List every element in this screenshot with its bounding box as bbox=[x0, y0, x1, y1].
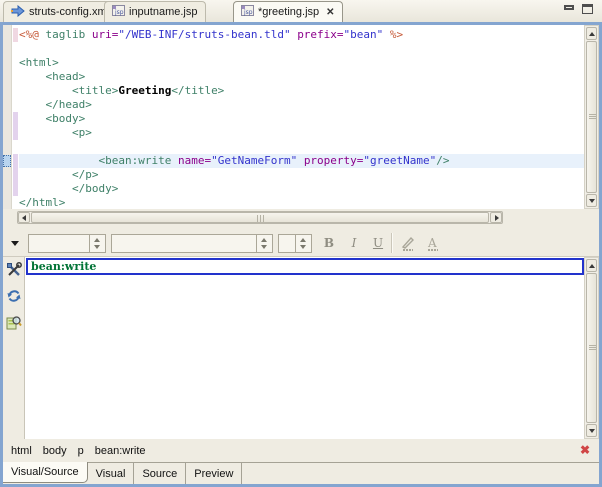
page-design-options-icon[interactable] bbox=[6, 314, 22, 330]
selected-element-marker[interactable] bbox=[3, 155, 11, 167]
spinner-icon[interactable] bbox=[89, 235, 105, 252]
editor-mode-tabs: Visual/Source Visual Source Preview bbox=[3, 462, 599, 484]
background-color-icon[interactable] bbox=[400, 235, 417, 255]
tab-inputname-jsp[interactable]: jsp inputname.jsp bbox=[104, 1, 206, 22]
underline-button[interactable]: U bbox=[369, 235, 387, 252]
svg-text:jsp: jsp bbox=[114, 9, 124, 16]
style-class-combo[interactable] bbox=[28, 234, 106, 253]
element-path-bar: html body p bean:write ✖ bbox=[3, 439, 599, 462]
editor-tab-bar: struts-config.xml jsp inputname.jsp jsp … bbox=[0, 0, 602, 22]
code-line[interactable]: </html> bbox=[19, 196, 584, 209]
scroll-left-icon[interactable] bbox=[18, 212, 30, 223]
code-line[interactable]: <title>Greeting</title> bbox=[19, 84, 584, 98]
diff-change-marker bbox=[13, 182, 18, 196]
italic-button[interactable]: I bbox=[345, 235, 363, 252]
bold-button[interactable]: B bbox=[320, 235, 338, 252]
tab-label: *greeting.jsp bbox=[258, 6, 319, 18]
scroll-up-icon[interactable] bbox=[586, 27, 597, 40]
tab-visual[interactable]: Visual bbox=[88, 463, 135, 484]
selected-bean-write-element[interactable]: bean:write bbox=[26, 258, 584, 275]
scrollbar-thumb[interactable] bbox=[586, 41, 597, 193]
visual-pane: bean:write bbox=[3, 257, 599, 439]
jsp-file-icon: jsp bbox=[112, 4, 125, 20]
struts-config-icon bbox=[11, 5, 25, 20]
code-line[interactable]: </p> bbox=[19, 168, 584, 182]
code-line[interactable] bbox=[19, 140, 584, 154]
annotation-ruler[interactable] bbox=[3, 25, 12, 209]
source-editor[interactable]: <%@ taglib uri="/WEB-INF/struts-bean.tld… bbox=[3, 25, 584, 209]
font-name-combo[interactable] bbox=[111, 234, 273, 253]
source-horizontal-scrollbar[interactable] bbox=[17, 211, 503, 224]
refresh-icon[interactable] bbox=[6, 288, 22, 304]
scrollbar-thumb[interactable] bbox=[586, 273, 597, 423]
jsp-file-icon: jsp bbox=[241, 4, 254, 20]
code-line[interactable]: <html> bbox=[19, 56, 584, 70]
scroll-up-icon[interactable] bbox=[586, 259, 597, 272]
toolbar-separator bbox=[391, 233, 392, 253]
diff-change-marker bbox=[13, 112, 18, 126]
breadcrumb-item-html[interactable]: html bbox=[11, 445, 32, 457]
diff-change-marker bbox=[13, 168, 18, 182]
tab-visual-source[interactable]: Visual/Source bbox=[3, 462, 88, 483]
font-color-icon[interactable]: A bbox=[425, 235, 442, 255]
close-tab-icon[interactable]: ✕ bbox=[326, 7, 334, 18]
code-line[interactable]: </body> bbox=[19, 182, 584, 196]
tab-label: inputname.jsp bbox=[129, 6, 198, 18]
scroll-down-icon[interactable] bbox=[586, 424, 597, 437]
tab-preview[interactable]: Preview bbox=[186, 463, 242, 484]
scroll-right-icon[interactable] bbox=[490, 212, 502, 223]
tab-label: struts-config.xml bbox=[29, 6, 109, 18]
diff-change-marker bbox=[13, 126, 18, 140]
source-vertical-scrollbar[interactable] bbox=[584, 25, 599, 209]
minimize-view-icon[interactable] bbox=[564, 5, 574, 10]
code-line[interactable]: <bean:write name="GetNameForm" property=… bbox=[19, 154, 584, 168]
breadcrumb-item-body[interactable]: body bbox=[43, 445, 67, 457]
tab-greeting-jsp[interactable]: jsp *greeting.jsp ✕ bbox=[233, 1, 343, 22]
code-line[interactable]: <head> bbox=[19, 70, 584, 84]
editor-content-frame: <%@ taglib uri="/WEB-INF/struts-bean.tld… bbox=[0, 22, 602, 487]
preferences-icon[interactable] bbox=[6, 262, 22, 278]
font-size-combo[interactable] bbox=[278, 234, 312, 253]
maximize-view-icon[interactable] bbox=[582, 4, 593, 14]
tab-struts-config-xml[interactable]: struts-config.xml bbox=[3, 1, 117, 22]
code-line[interactable]: </head> bbox=[19, 98, 584, 112]
tab-source[interactable]: Source bbox=[134, 463, 186, 484]
visual-canvas[interactable]: bean:write bbox=[25, 257, 584, 439]
code-lines[interactable]: <%@ taglib uri="/WEB-INF/struts-bean.tld… bbox=[19, 28, 584, 209]
diff-change-marker bbox=[13, 28, 18, 42]
visual-side-toolbar bbox=[3, 257, 25, 439]
spinner-icon[interactable] bbox=[256, 235, 272, 252]
error-icon[interactable]: ✖ bbox=[580, 443, 590, 457]
code-line[interactable]: <body> bbox=[19, 112, 584, 126]
code-line[interactable]: <p> bbox=[19, 126, 584, 140]
toolbar-menu-arrow-icon[interactable] bbox=[11, 241, 19, 246]
spinner-icon[interactable] bbox=[295, 235, 311, 252]
scroll-down-icon[interactable] bbox=[586, 194, 597, 207]
editor-window: struts-config.xml jsp inputname.jsp jsp … bbox=[0, 0, 602, 487]
visual-vertical-scrollbar[interactable] bbox=[584, 257, 599, 439]
color-button-letter: A bbox=[427, 236, 437, 250]
scrollbar-thumb[interactable] bbox=[31, 212, 489, 223]
breadcrumb-item-p[interactable]: p bbox=[78, 445, 84, 457]
svg-text:jsp: jsp bbox=[243, 9, 253, 16]
format-toolbar: B I U A bbox=[3, 230, 599, 257]
code-line[interactable] bbox=[19, 42, 584, 56]
code-line[interactable]: <%@ taglib uri="/WEB-INF/struts-bean.tld… bbox=[19, 28, 584, 42]
breadcrumb-item-bean-write[interactable]: bean:write bbox=[95, 445, 146, 457]
diff-change-marker bbox=[13, 154, 18, 168]
